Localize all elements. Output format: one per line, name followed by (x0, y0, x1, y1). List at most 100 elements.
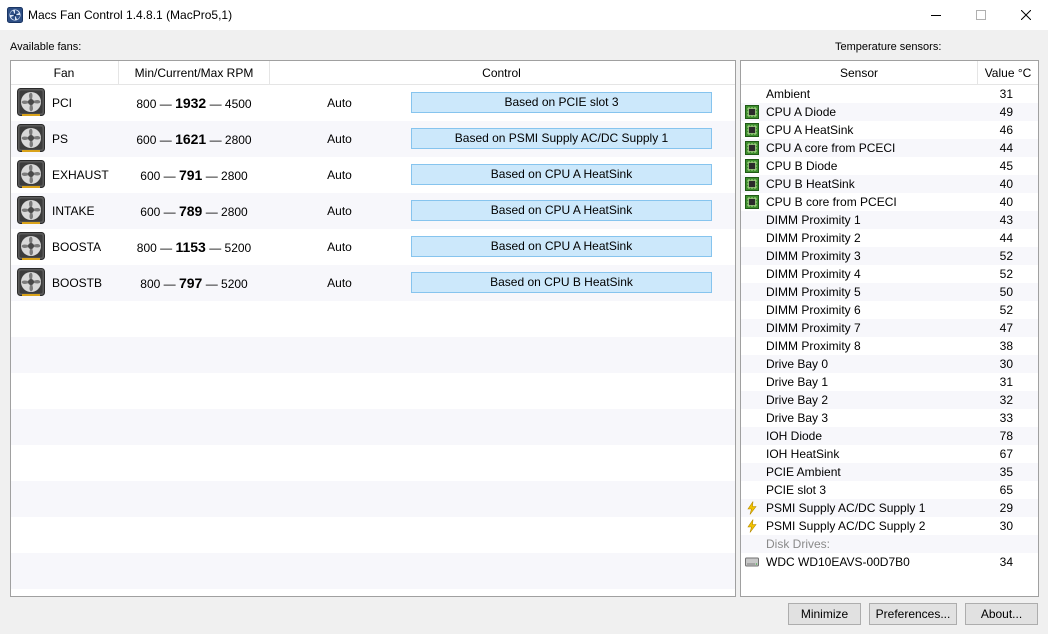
sensor-row[interactable]: DIMM Proximity 3 52 (741, 247, 1038, 265)
sensor-row[interactable]: Drive Bay 1 31 (741, 373, 1038, 391)
sensor-name: Ambient (766, 87, 811, 101)
sensor-value: 31 (999, 375, 1013, 389)
sensor-name: IOH Diode (766, 429, 823, 443)
sensor-row[interactable]: Ambient 31 (741, 85, 1038, 103)
fan-control-button[interactable]: Based on CPU A HeatSink (411, 200, 712, 221)
fan-name: INTAKE (52, 204, 95, 218)
sensor-row[interactable]: DIMM Proximity 4 52 (741, 265, 1038, 283)
fan-row[interactable]: BOOSTA 800 — 1153 — 5200 Auto Based on CPU … (11, 229, 735, 265)
sensor-row[interactable]: CPU A core from PCECI 44 (741, 139, 1038, 157)
sensor-row[interactable]: Drive Bay 0 30 (741, 355, 1038, 373)
fan-name: PS (52, 132, 69, 146)
window-minimize-button[interactable] (913, 0, 959, 30)
sensor-row[interactable]: Drive Bay 3 33 (741, 409, 1038, 427)
maximize-icon (976, 10, 986, 20)
minimize-button[interactable]: Minimize (788, 603, 861, 625)
sensor-row[interactable]: PCIE slot 3 65 (741, 481, 1038, 499)
sensor-row[interactable]: DIMM Proximity 1 43 (741, 211, 1038, 229)
fan-row[interactable]: BOOSTB 800 — 797 — 5200 Auto Based on CPU B… (11, 265, 735, 301)
fan-row[interactable]: PS 600 — 1621 — 2800 Auto Based on PSMI Sup… (11, 121, 735, 157)
fan-icon (17, 232, 45, 260)
sensor-row[interactable]: CPU B HeatSink 40 (741, 175, 1038, 193)
fans-rows: PCI 800 — 1932 — 4500 Auto Based on PCIE sl… (11, 85, 735, 589)
sensor-group-row[interactable]: Disk Drives: (741, 535, 1038, 553)
fan-mode-button[interactable]: Auto (307, 240, 372, 254)
sensor-value: 34 (999, 555, 1013, 569)
fan-rpm: 800 — 1153 — 5200 (119, 239, 269, 255)
fan-rpm: 800 — 1932 — 4500 (119, 95, 269, 111)
fan-control-button[interactable]: Based on CPU A HeatSink (411, 164, 712, 185)
fans-table: Fan Min/Current/Max RPM Control PCI 800 —… (10, 60, 736, 597)
close-icon (1021, 10, 1031, 20)
fan-row[interactable]: EXHAUST 600 — 791 — 2800 Auto Based on CPU … (11, 157, 735, 193)
available-fans-label: Available fans: (10, 41, 82, 53)
sensor-name: DIMM Proximity 8 (766, 339, 861, 353)
rpm-column-header[interactable]: Min/Current/Max RPM (119, 61, 269, 85)
sensor-name: PSMI Supply AC/DC Supply 1 (766, 501, 926, 515)
hard-drive-icon (745, 555, 759, 569)
window-close-button[interactable] (1003, 0, 1048, 30)
sensor-row[interactable]: WDC WD10EAVS-00D7B0 34 (741, 553, 1038, 571)
sensor-name: CPU B HeatSink (766, 177, 855, 191)
temperature-sensors-label: Temperature sensors: (835, 41, 942, 53)
sensor-row[interactable]: PCIE Ambient 35 (741, 463, 1038, 481)
fan-name: BOOSTB (52, 276, 103, 290)
sensor-row[interactable]: IOH Diode 78 (741, 427, 1038, 445)
fan-control-button[interactable]: Based on CPU B HeatSink (411, 272, 712, 293)
sensor-value: 45 (999, 159, 1013, 173)
fan-min-rpm: 800 — (136, 97, 172, 111)
window-maximize-button[interactable] (958, 0, 1004, 30)
cpu-chip-icon (745, 123, 759, 137)
cpu-chip-icon (745, 159, 759, 173)
fan-control-button[interactable]: Based on CPU A HeatSink (411, 236, 712, 257)
sensor-column-header[interactable]: Sensor (741, 61, 977, 85)
preferences-button[interactable]: Preferences... (869, 603, 957, 625)
fan-row[interactable]: INTAKE 600 — 789 — 2800 Auto Based on CPU A… (11, 193, 735, 229)
fan-control-button[interactable]: Based on PCIE slot 3 (411, 92, 712, 113)
fan-mode-button[interactable]: Auto (307, 204, 372, 218)
fan-rpm: 800 — 797 — 5200 (119, 275, 269, 291)
fan-max-rpm: — 2800 (205, 169, 248, 183)
sensor-row[interactable]: DIMM Proximity 7 47 (741, 319, 1038, 337)
sensor-value: 49 (999, 105, 1013, 119)
value-column-header[interactable]: Value °C (978, 61, 1038, 85)
sensor-row[interactable]: Drive Bay 2 32 (741, 391, 1038, 409)
sensor-row[interactable]: PSMI Supply AC/DC Supply 1 29 (741, 499, 1038, 517)
sensor-name: Drive Bay 3 (766, 411, 829, 425)
sensor-value: 43 (999, 213, 1013, 227)
sensor-value: 38 (999, 339, 1013, 353)
control-column-header[interactable]: Control (270, 61, 733, 85)
fan-control-button[interactable]: Based on PSMI Supply AC/DC Supply 1 (411, 128, 712, 149)
title-bar: Macs Fan Control 1.4.8.1 (MacPro5,1) (0, 0, 1048, 30)
fan-mode-button[interactable]: Auto (307, 168, 372, 182)
sensor-row[interactable]: DIMM Proximity 5 50 (741, 283, 1038, 301)
fan-mode-button[interactable]: Auto (307, 96, 372, 110)
sensor-row[interactable]: CPU B Diode 45 (741, 157, 1038, 175)
fan-column-header[interactable]: Fan (11, 61, 117, 85)
fan-mode-button[interactable]: Auto (307, 276, 372, 290)
sensor-row[interactable]: CPU A Diode 49 (741, 103, 1038, 121)
lightning-icon (745, 501, 759, 515)
fan-row[interactable]: PCI 800 — 1932 — 4500 Auto Based on PCIE sl… (11, 85, 735, 121)
minimize-icon (931, 15, 941, 16)
sensor-value: 40 (999, 195, 1013, 209)
sensor-row[interactable]: DIMM Proximity 8 38 (741, 337, 1038, 355)
fan-mode-button[interactable]: Auto (307, 132, 372, 146)
sensor-row[interactable]: CPU A HeatSink 46 (741, 121, 1038, 139)
fan-max-rpm: — 4500 (209, 97, 252, 111)
about-button[interactable]: About... (965, 603, 1038, 625)
sensor-row[interactable]: DIMM Proximity 6 52 (741, 301, 1038, 319)
cpu-chip-icon (745, 195, 759, 209)
fan-name: EXHAUST (52, 168, 109, 182)
empty-row (11, 373, 735, 409)
fan-min-rpm: 600 — (140, 169, 176, 183)
sensor-row[interactable]: CPU B core from PCECI 40 (741, 193, 1038, 211)
fan-current-rpm: 791 (178, 167, 203, 183)
sensor-row[interactable]: PSMI Supply AC/DC Supply 2 30 (741, 517, 1038, 535)
sensor-row[interactable]: DIMM Proximity 2 44 (741, 229, 1038, 247)
sensor-row[interactable]: IOH HeatSink 67 (741, 445, 1038, 463)
sensor-value: 29 (999, 501, 1013, 515)
fan-icon (17, 88, 45, 116)
fan-rpm: 600 — 791 — 2800 (119, 167, 269, 183)
sensor-name: DIMM Proximity 2 (766, 231, 861, 245)
